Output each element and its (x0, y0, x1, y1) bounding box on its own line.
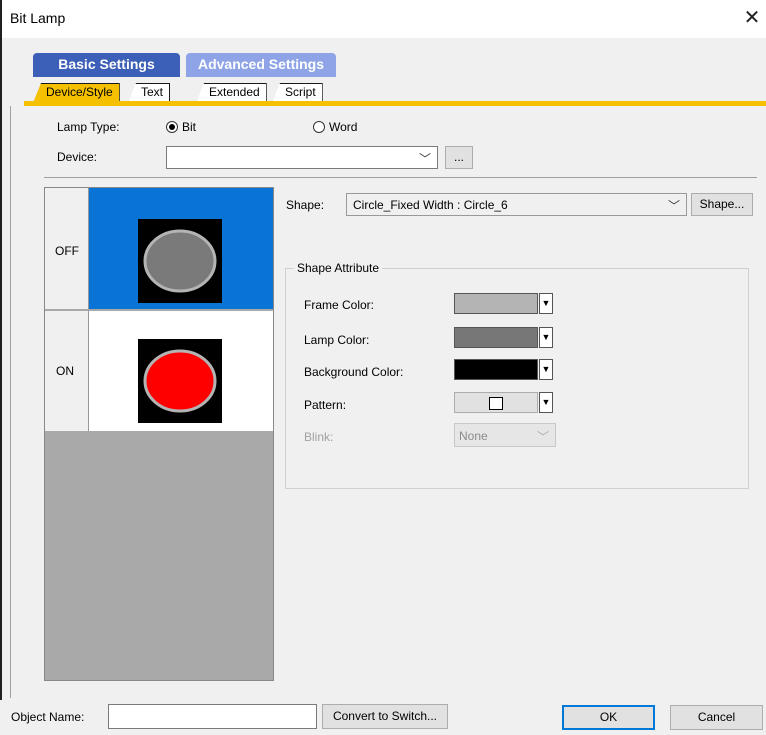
caret-down-icon[interactable]: ▼ (539, 327, 553, 348)
device-label: Device: (57, 150, 98, 164)
chevron-down-icon[interactable]: ﹀ (668, 197, 680, 214)
window-edge (0, 0, 2, 735)
convert-to-switch-button[interactable]: Convert to Switch... (322, 704, 448, 729)
tab-extended[interactable]: Extended (196, 83, 267, 103)
shape-combobox[interactable]: Circle_Fixed Width : Circle_6 ﹀ (346, 193, 687, 216)
chevron-down-icon[interactable]: ﹀ (419, 150, 431, 167)
caret-down-icon[interactable]: ▼ (539, 359, 553, 380)
ok-button[interactable]: OK (562, 705, 655, 730)
tabgroup-advanced-settings[interactable]: Advanced Settings (186, 53, 336, 77)
state-off-label: OFF (55, 244, 79, 258)
shape-attribute-title: Shape Attribute (294, 261, 383, 275)
lamp-type-bit-radio[interactable] (166, 121, 178, 133)
window-title: Bit Lamp (10, 10, 66, 26)
on-lamp-icon (138, 339, 222, 423)
close-icon[interactable]: ✕ (740, 6, 764, 30)
chevron-down-icon[interactable]: ﹀ (537, 428, 549, 445)
tabgroup-basic-settings[interactable]: Basic Settings (33, 53, 180, 77)
pattern-selector[interactable] (454, 392, 538, 413)
blink-label: Blink: (304, 430, 334, 444)
frame-color-swatch[interactable] (454, 293, 538, 314)
title-bar (2, 0, 766, 38)
lamp-type-label: Lamp Type: (57, 120, 120, 134)
lamp-type-bit-label[interactable]: Bit (182, 120, 196, 134)
cancel-button[interactable]: Cancel (670, 705, 763, 730)
caret-down-icon[interactable]: ▼ (539, 293, 553, 314)
shape-value: Circle_Fixed Width : Circle_6 (353, 198, 508, 212)
off-lamp-icon (138, 219, 222, 303)
state-on-label: ON (56, 364, 74, 378)
object-name-input[interactable] (108, 704, 317, 729)
pattern-label: Pattern: (304, 398, 347, 412)
lamp-type-word-radio[interactable] (313, 121, 325, 133)
caret-down-icon[interactable]: ▼ (539, 392, 553, 413)
lamp-color-swatch[interactable] (454, 327, 538, 348)
object-name-label: Object Name: (11, 710, 85, 724)
device-combobox[interactable]: ﹀ (166, 146, 438, 169)
frame-color-label: Frame Color: (304, 298, 375, 312)
background-color-swatch[interactable] (454, 359, 538, 380)
tab-device-style[interactable]: Device/Style (33, 83, 120, 103)
device-browse-button[interactable]: ... (445, 146, 473, 169)
shape-label: Shape: (286, 198, 325, 212)
tab-script[interactable]: Script (272, 83, 323, 103)
separator (44, 177, 757, 178)
blink-value: None (459, 429, 488, 443)
lamp-type-word-label[interactable]: Word (329, 120, 357, 134)
blink-combobox[interactable]: None ﹀ (454, 423, 556, 447)
background-color-label: Background Color: (304, 365, 404, 379)
lamp-color-label: Lamp Color: (304, 333, 370, 347)
shape-button[interactable]: Shape... (691, 193, 753, 216)
pattern-square-icon (489, 397, 503, 410)
